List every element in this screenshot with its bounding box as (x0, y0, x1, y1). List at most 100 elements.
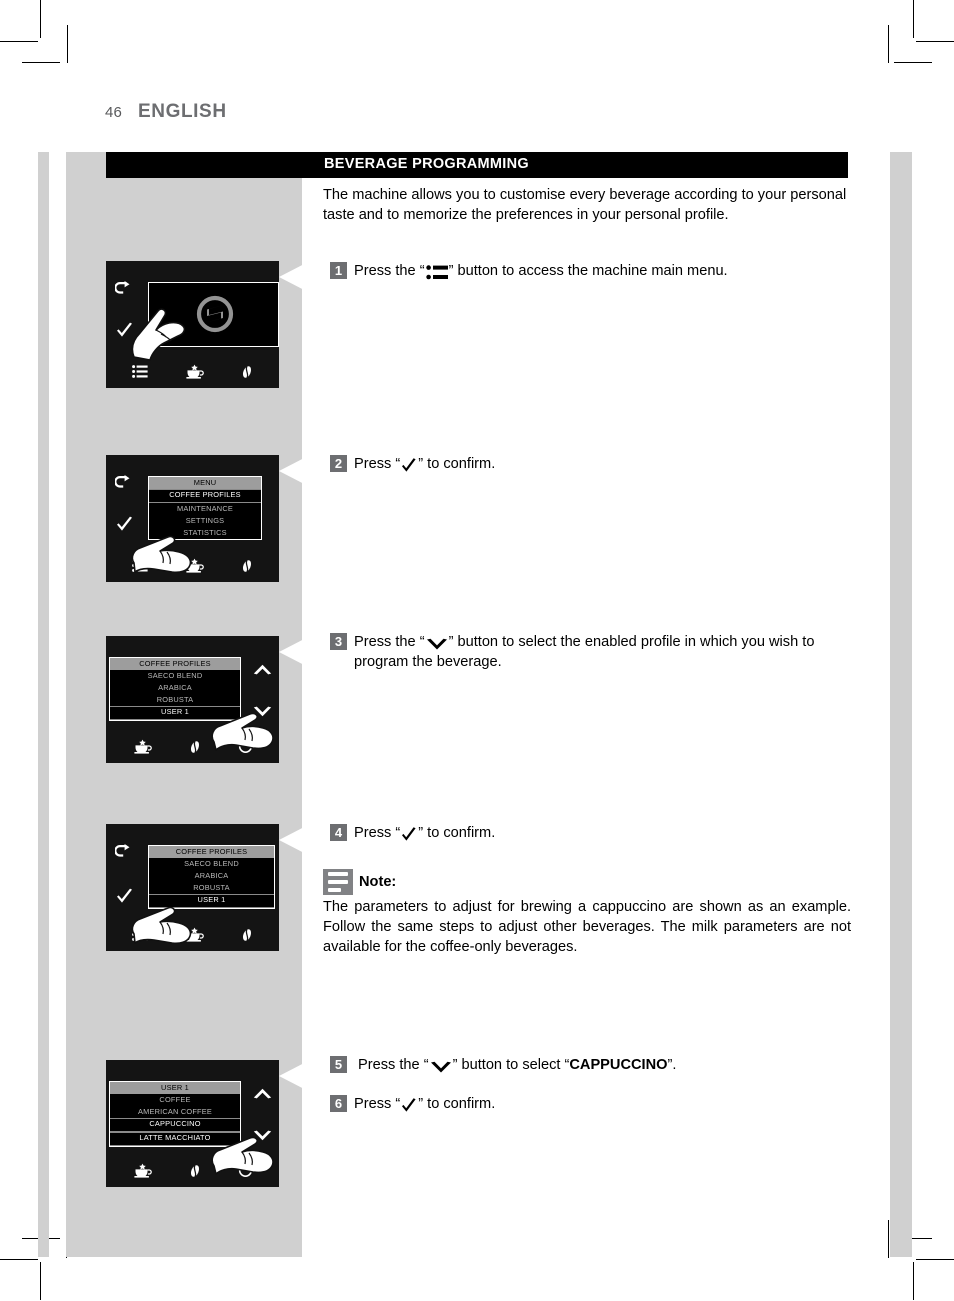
crop-mark (894, 62, 932, 63)
menu-list-title: COFFEE PROFILES (149, 846, 274, 858)
page-title: ENGLISH (138, 101, 227, 122)
step-number-badge: 1 (330, 262, 347, 279)
check-icon (401, 827, 417, 843)
menu-item[interactable]: SETTINGS (149, 515, 261, 527)
step-5: 5 Press the “ ” button to select “CAPPUCC… (330, 1055, 850, 1075)
step-3: 3 Press the “” button to select the enab… (330, 632, 850, 672)
step-number-badge: 3 (330, 633, 347, 650)
back-arrow-icon[interactable] (114, 281, 132, 301)
step-text-post: ” to confirm. (418, 456, 496, 472)
display-main-menu: MENU COFFEE PROFILES MAINTENANCE SETTING… (106, 455, 310, 582)
section-title: BEVERAGE PROGRAMMING (324, 156, 529, 172)
step-text: Press “ ” to confirm. (354, 454, 850, 474)
step-emphasis: CAPPUCCINO (569, 1057, 668, 1073)
display-coffee-profiles-scroll: COFFEE PROFILES SAECO BLEND ARABICA ROBU… (106, 636, 310, 763)
step-text-post: ” to confirm. (418, 825, 496, 841)
menu-list: MENU COFFEE PROFILES MAINTENANCE SETTING… (148, 476, 262, 540)
page-number: 46 (105, 104, 123, 121)
step-text-pre: Press the “ (354, 634, 425, 650)
cup-icon[interactable] (133, 739, 152, 759)
menu-list-title: USER 1 (110, 1082, 240, 1094)
step-text-pre: Press the “ (358, 1057, 429, 1073)
step-text: Press “ ” to confirm. (354, 1094, 850, 1114)
back-arrow-icon[interactable] (114, 844, 132, 864)
step-text-tail: ”. (667, 1057, 677, 1073)
check-icon (401, 1098, 417, 1114)
display-user1-beverages: USER 1 COFFEE AMERICAN COFFEE CAPPUCCINO… (106, 1060, 310, 1187)
note-icon (323, 869, 353, 895)
display-home (106, 261, 310, 388)
step-text-post: ” to confirm. (418, 1096, 496, 1112)
step-2: 2 Press “ ” to confirm. (330, 454, 850, 474)
menu-item[interactable]: AMERICAN COFFEE (110, 1106, 240, 1118)
crop-mark (40, 1262, 41, 1300)
saeco-logo (195, 294, 235, 334)
menu-item[interactable]: ARABICA (149, 870, 274, 882)
callout-notch (279, 261, 310, 293)
crop-mark (913, 0, 914, 38)
pointing-hand-icon (130, 906, 198, 969)
check-icon (401, 458, 417, 474)
step-text: Press the “ ” button to select “CAPPUCCIN… (354, 1055, 850, 1075)
menu-item[interactable]: SAECO BLEND (149, 858, 274, 870)
note-block: Note: The parameters to adjust for brewi… (323, 869, 851, 957)
pointing-hand-icon (210, 704, 278, 767)
step-text-pre: Press “ (354, 1096, 401, 1112)
crop-mark (888, 25, 889, 63)
menu-item[interactable]: ROBUSTA (149, 882, 274, 894)
menu-list-title: COFFEE PROFILES (110, 658, 240, 670)
chevron-up-icon[interactable] (253, 1086, 272, 1104)
right-margin-panel (890, 152, 912, 1257)
step-6: 6 Press “ ” to confirm. (330, 1094, 850, 1114)
step-text-pre: Press the “ (354, 263, 425, 279)
menu-item[interactable]: ARABICA (110, 682, 240, 694)
left-margin-panel (38, 152, 49, 1257)
menu-item[interactable]: MAINTENANCE (149, 503, 261, 515)
chevron-up-icon[interactable] (253, 662, 272, 680)
menu-list: COFFEE PROFILES SAECO BLEND ARABICA ROBU… (148, 845, 275, 909)
pointing-hand-icon (130, 535, 198, 598)
menu-list-title: MENU (149, 477, 261, 489)
chevron-down-icon (430, 1060, 452, 1073)
menu-item[interactable]: SAECO BLEND (110, 670, 240, 682)
pointing-hand-icon (128, 303, 190, 370)
step-1: 1 Press the “ ” button to access the mach… (330, 261, 850, 281)
crop-mark (67, 25, 68, 63)
crop-mark (22, 62, 60, 63)
crop-mark (888, 1220, 889, 1258)
callout-notch (279, 636, 310, 668)
menu-item[interactable]: COFFEE (110, 1094, 240, 1106)
callout-notch (279, 1060, 310, 1092)
step-number-badge: 6 (330, 1095, 347, 1112)
coffee-bean-icon[interactable] (241, 365, 253, 384)
step-number-badge: 4 (330, 824, 347, 841)
callout-notch (279, 824, 310, 856)
menu-item-selected[interactable]: COFFEE PROFILES (149, 489, 261, 503)
intro-paragraph: The machine allows you to customise ever… (323, 187, 847, 223)
crop-mark (916, 1259, 954, 1260)
coffee-bean-icon[interactable] (241, 928, 253, 947)
step-number-badge: 2 (330, 455, 347, 472)
step-text: Press “ ” to confirm. (354, 823, 850, 843)
step-text: Press the “ ” button to access the machin… (354, 261, 850, 281)
coffee-bean-icon[interactable] (189, 1164, 201, 1183)
menu-lines-icon (425, 265, 448, 280)
step-number-badge: 5 (330, 1056, 347, 1073)
step-text-pre: Press “ (354, 825, 401, 841)
section-header-bar: BEVERAGE PROGRAMMING (106, 152, 848, 178)
coffee-bean-icon[interactable] (189, 740, 201, 759)
crop-mark (0, 1259, 38, 1260)
cup-icon[interactable] (133, 1163, 152, 1183)
manual-page: 46 ENGLISH BEVERAGE PROGRAMMING The mach… (0, 0, 954, 1301)
step-text-post: ” button to select “ (452, 1057, 570, 1073)
note-header: Note: (323, 869, 851, 895)
step-text-post: ” button to access the machine main menu… (448, 263, 728, 279)
crop-mark (0, 41, 38, 42)
note-body: The parameters to adjust for brewing a c… (323, 899, 851, 955)
step-4: 4 Press “ ” to confirm. (330, 823, 850, 843)
chevron-down-icon (426, 637, 448, 650)
step-text: Press the “” button to select the enable… (354, 632, 850, 672)
back-arrow-icon[interactable] (114, 475, 132, 495)
coffee-bean-icon[interactable] (241, 559, 253, 578)
display-coffee-profiles-confirm: COFFEE PROFILES SAECO BLEND ARABICA ROBU… (106, 824, 310, 951)
